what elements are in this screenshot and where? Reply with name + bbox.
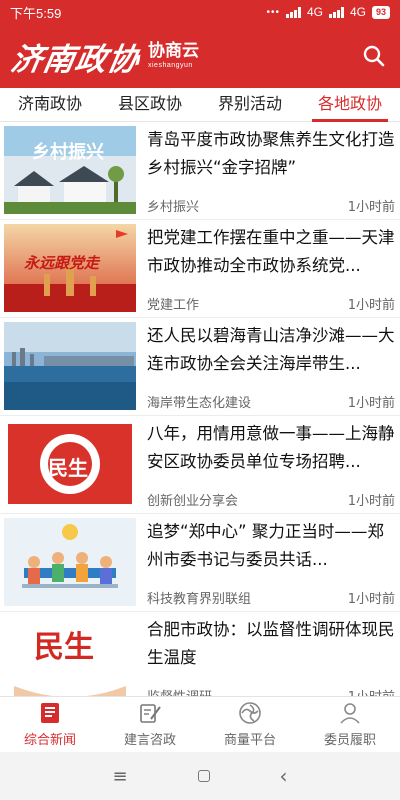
battery-icon: 93 (371, 5, 390, 19)
news-title: 追梦“郑中心” 聚力正当时——郑州市委书记与委员共话... (147, 522, 384, 569)
news-icon (41, 703, 59, 723)
more-dots-icon: ••• (266, 6, 280, 18)
person-icon (340, 703, 360, 724)
news-item[interactable]: 乡村振兴 青岛平度市政协聚焦养生文化打造乡村振兴“金字招牌” 乡村振兴 1小时前 (0, 122, 400, 220)
news-thumbnail: 民生 (4, 420, 136, 508)
pen-icon (140, 704, 161, 723)
news-item[interactable]: 永远跟党走 把党建工作摆在重中之重——天津市政协推动全市政协系统党... 党建工… (0, 220, 400, 318)
logo-text: 协商云 (148, 41, 199, 61)
system-nav-bar: ≡ ‹ (0, 752, 400, 800)
news-title: 还人民以碧海青山洁净沙滩——大连市政协全会关注海岸带生... (147, 326, 395, 373)
news-item[interactable]: 民生 合肥市政协：以监督性调研体现民生温度 监督性调研 1小时前 (0, 612, 400, 696)
app-header: 济南政协 协商云 xieshangyun (0, 24, 400, 88)
network-label-1: 4G (306, 5, 323, 19)
news-time: 1小时前 (347, 396, 395, 411)
news-title: 合肥市政协：以监督性调研体现民生温度 (147, 620, 395, 667)
news-category: 海岸带生态化建设 (147, 396, 252, 411)
search-button[interactable] (360, 42, 388, 70)
news-category: 党建工作 (147, 298, 200, 313)
news-category: 创新创业分享会 (147, 494, 239, 509)
news-meta: 科技教育界别联组 1小时前 (147, 588, 395, 607)
nav-discussion[interactable]: 商量平台 (200, 697, 300, 752)
news-time: 1小时前 (348, 686, 395, 696)
nav-discussion-label: 商量平台 (223, 733, 276, 748)
news-category: 乡村振兴 (147, 200, 200, 215)
news-meta: 监督性调研 1小时前 (147, 686, 395, 696)
news-thumbnail: 民生 (4, 616, 136, 696)
news-thumbnail (4, 518, 136, 606)
news-meta: 海岸带生态化建设 1小时前 (147, 392, 395, 411)
news-item[interactable]: 民生 八年，用情用意做一事——上海静安区政协委员单位专场招聘... 创新创业分享… (0, 416, 400, 514)
news-thumbnail (4, 322, 136, 410)
thumbnail-caption: 民生 (48, 456, 88, 480)
tab-jinan[interactable]: 济南政协 (0, 88, 100, 121)
nav-advice-label: 建言咨政 (123, 733, 176, 748)
thumbnail-caption: 永远跟党走 (24, 254, 100, 272)
news-time: 1小时前 (347, 592, 395, 607)
news-time: 1小时前 (347, 298, 395, 313)
thumbnail-caption: 民生 (34, 630, 94, 665)
network-label-2: 4G (349, 5, 366, 19)
status-icons: ••• 4G 4G 93 (266, 5, 390, 19)
tab-regional[interactable]: 各地政协 (300, 88, 400, 122)
news-thumbnail: 永远跟党走 (4, 224, 136, 312)
logo-calligraphy: 济南政协 (8, 41, 143, 78)
nav-news-label: 综合新闻 (23, 733, 76, 748)
thumbnail-caption: 乡村振兴 (32, 142, 104, 163)
news-item[interactable]: 还人民以碧海青山洁净沙滩——大连市政协全会关注海岸带生... 海岸带生态化建设 … (0, 318, 400, 416)
news-item[interactable]: 追梦“郑中心” 聚力正当时——郑州市委书记与委员共话... 科技教育界别联组 1… (0, 514, 400, 612)
news-time: 1小时前 (347, 200, 395, 215)
status-bar: 下午5:59 ••• 4G 4G 93 (0, 0, 400, 24)
news-thumbnail: 乡村振兴 (4, 126, 136, 214)
news-category: 监督性调研 (147, 686, 212, 696)
search-icon (363, 45, 385, 67)
logo: 协商云 xieshangyun (148, 41, 199, 70)
signal-icon (285, 6, 301, 18)
news-meta: 党建工作 1小时前 (147, 294, 395, 313)
bottom-nav: 综合新闻 建言咨政 商量平台 委员履职 (0, 696, 400, 752)
nav-advice[interactable]: 建言咨政 (100, 697, 200, 752)
tab-county[interactable]: 县区政协 (100, 88, 200, 121)
nav-news[interactable]: 综合新闻 (0, 697, 100, 752)
news-title: 青岛平度市政协聚焦养生文化打造乡村振兴“金字招牌” (147, 130, 395, 177)
nav-member[interactable]: 委员履职 (300, 697, 400, 752)
news-meta: 乡村振兴 1小时前 (147, 196, 395, 215)
news-title: 八年，用情用意做一事——上海静安区政协委员单位专场招聘... (147, 424, 395, 471)
news-meta: 创新创业分享会 1小时前 (147, 490, 395, 509)
home-icon[interactable] (197, 770, 210, 782)
news-title: 把党建工作摆在重中之重——天津市政协推动全市政协系统党... (147, 228, 395, 275)
status-time: 下午5:59 (10, 5, 62, 21)
back-icon[interactable]: ‹ (280, 764, 288, 788)
signal-icon-2 (328, 6, 344, 18)
news-time: 1小时前 (347, 494, 395, 509)
news-list: 乡村振兴 青岛平度市政协聚焦养生文化打造乡村振兴“金字招牌” 乡村振兴 1小时前… (0, 122, 400, 696)
logo-subtext: xieshangyun (148, 62, 193, 69)
category-tabs: 济南政协 县区政协 界别活动 各地政协 (0, 88, 400, 122)
news-category: 科技教育界别联组 (147, 592, 252, 607)
tab-sector-activities[interactable]: 界别活动 (200, 88, 300, 121)
menu-icon[interactable]: ≡ (112, 766, 127, 787)
nav-member-label: 委员履职 (323, 733, 376, 748)
swirl-icon (239, 702, 261, 724)
